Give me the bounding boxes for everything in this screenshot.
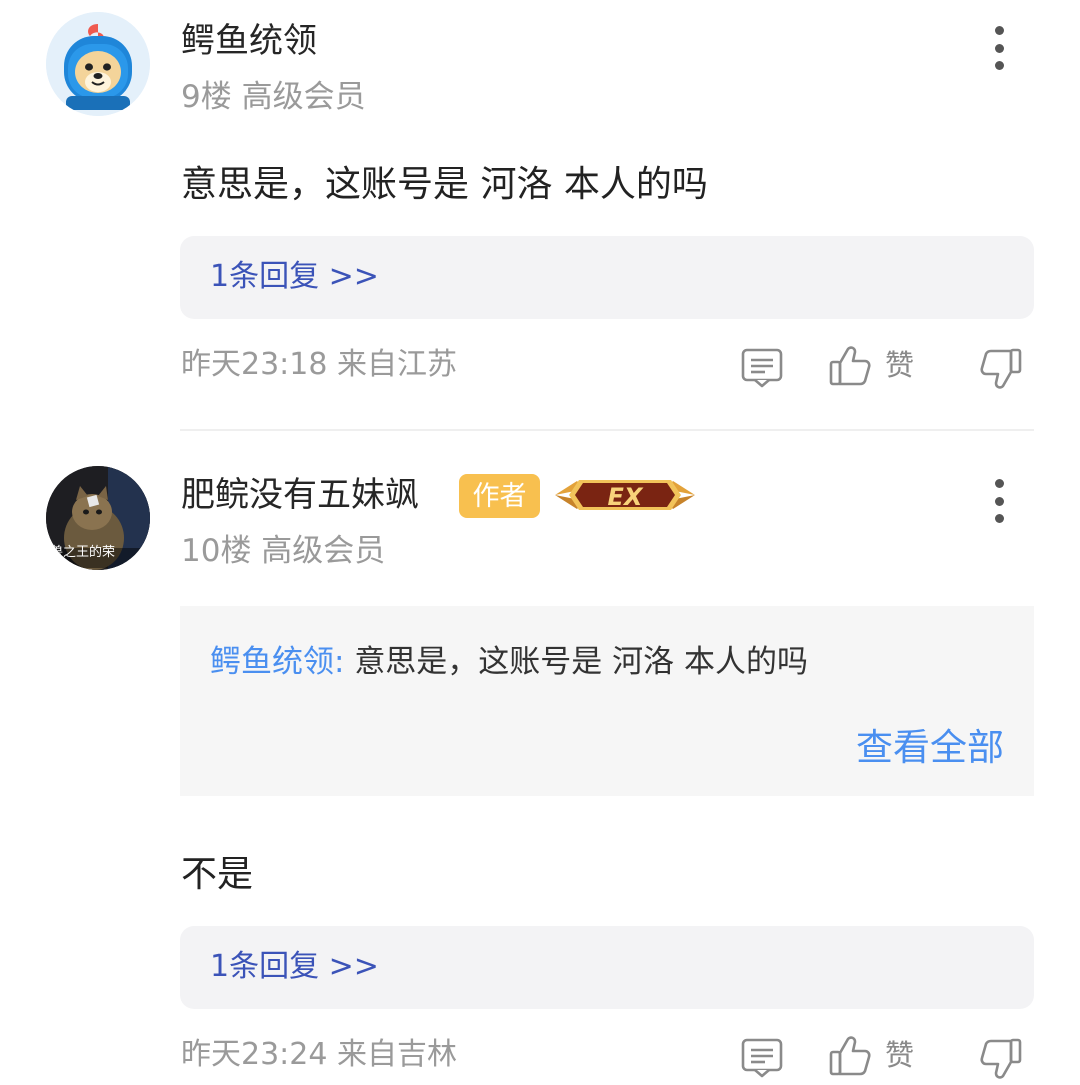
author-badge: 作者 [459,474,540,518]
more-vertical-icon[interactable] [988,479,1010,523]
quoted-comment: 鳄鱼统领: 意思是，这账号是 河洛 本人的吗 查看全部 [180,606,1034,796]
ex-level-badge-icon: EX [553,472,697,518]
username[interactable]: 肥鲩没有五妹飒 [181,478,419,512]
thumb-up-icon[interactable] [829,1035,873,1081]
quote-author[interactable]: 鳄鱼统领: [210,644,344,680]
reply-box[interactable]: 1条回复 >> [180,926,1034,1009]
comment-icon[interactable] [741,1038,783,1082]
floor-and-level: 10楼 高级会员 [181,533,386,569]
quote-line: 鳄鱼统领: 意思是，这账号是 河洛 本人的吗 [210,644,808,681]
comment-text: 不是 [181,854,254,895]
comment-floor-10: 兽之王的荣 肥鲩没有五妹飒 作者 EX 10楼 高级会员 鳄鱼统领: 意思是，这… [0,0,1080,1085]
thumb-down-icon[interactable] [978,1038,1022,1084]
ex-level-label: EX [608,483,644,511]
quote-text: 意思是，这账号是 河洛 本人的吗 [354,644,809,680]
view-replies-link[interactable]: 1条回复 >> [210,949,379,985]
view-all-link[interactable]: 查看全部 [856,726,1004,770]
avatar[interactable]: 兽之王的荣 [46,466,150,570]
like-label[interactable]: 赞 [885,1041,914,1070]
avatar-caption: 兽之王的荣 [50,545,116,560]
timestamp-location: 昨天23:24 来自吉林 [181,1037,457,1072]
